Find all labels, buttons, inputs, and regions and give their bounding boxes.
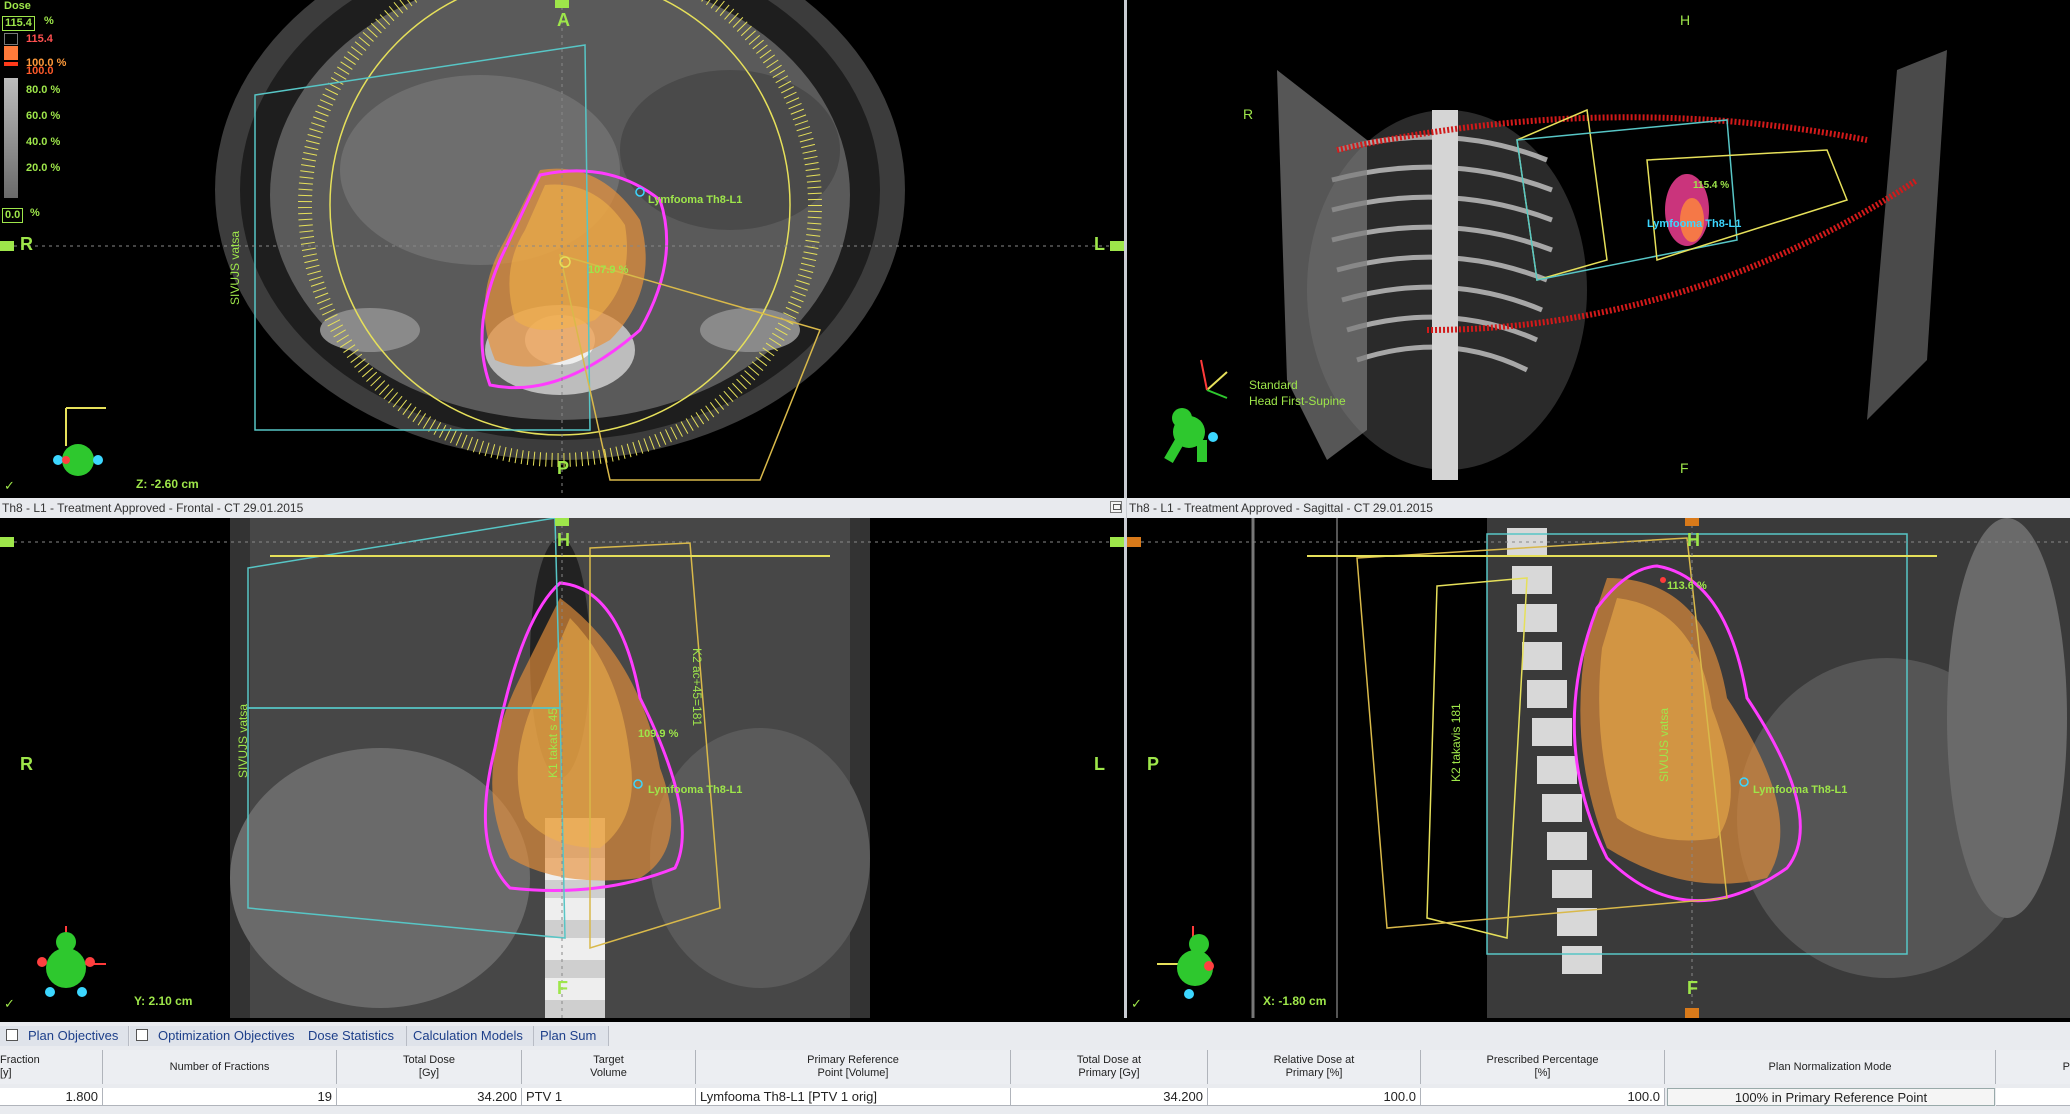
cell-primary-reference-point[interactable]: Lymfooma Th8-L1 [PTV 1 orig] [696,1088,1011,1106]
orient-left: L [1094,754,1105,774]
header-prescribed-percentage: Prescribed Percentage [%] [1421,1050,1665,1084]
orient-head: H [1687,530,1700,550]
structure-label[interactable]: Lymfooma Th8-L1 [1647,218,1741,230]
dose-max-input[interactable]: 115.4 [2,16,35,31]
dose-point-label: 115.4 % [1693,180,1730,191]
orient-anterior: A [557,10,570,30]
orient-feet: F [1687,978,1698,998]
header-number-of-fractions: Number of Fractions [103,1050,337,1084]
orientation-mode: Head First-Supine [1249,394,1346,408]
dose-min-unit: % [30,207,40,219]
dose-level-20: 20.0 % [26,162,61,174]
check-icon: ✓ [4,996,15,1011]
dose-level-80: 80.0 % [26,84,61,96]
header-total-dose-primary: Total Dose at Primary [Gy] [1011,1050,1208,1084]
plan-table: Fraction [y] Number of Fractions Total D… [0,1048,2070,1114]
dose-color-scale [4,78,18,198]
structure-label[interactable]: Lymfooma Th8-L1 [648,784,742,796]
field-k1-label[interactable]: K1 takat s 45 [546,708,560,778]
dose-max-unit: % [44,15,54,27]
orient-left: L [1094,234,1105,254]
cell-target-volume[interactable]: PTV 1 [522,1088,696,1106]
tab-label: Dose Statistics [308,1028,394,1043]
cell-total-dose-primary: 34.200 [1011,1088,1208,1106]
dose-legend-title: Dose [4,0,31,12]
sagittal-viewport[interactable]: H F P Lymfooma Th8-L1 113.6 % SIVUJS vat… [1127,518,2070,1018]
tab-plan-sum[interactable]: Plan Sum [534,1026,609,1046]
tab-label: Plan Sum [540,1028,597,1043]
header-relative-dose-primary: Relative Dose at Primary [%] [1208,1050,1421,1084]
sagittal-title: Th8 - L1 - Treatment Approved - Sagittal… [1129,501,1433,515]
field-label[interactable]: SIVUJS vatsa [236,704,250,778]
check-icon: ✓ [4,478,15,493]
header-plan-normalization-mode: Plan Normalization Mode [1665,1050,1996,1084]
orient-feet: F [1680,460,1689,476]
dose-min-input[interactable]: 0.0 [2,208,24,223]
orient-right: R [20,754,33,774]
dose-level-100b: 100.0 [26,65,54,77]
3d-skeleton-render [1164,50,1947,480]
checkbox-icon[interactable] [6,1029,18,1041]
header-total-dose: Total Dose [Gy] [337,1050,522,1084]
orientation-standard: Standard [1249,378,1298,392]
tab-label: Optimization Objectives [158,1028,295,1043]
dose-max-label: 115.4 [26,33,53,45]
field-label[interactable]: SIVUJS vatsa [1657,708,1671,782]
cell-fraction-dose[interactable]: 1.800 [0,1088,103,1106]
orient-feet: F [557,978,568,998]
dose-color-high [4,46,18,60]
orient-right: R [1243,106,1254,122]
orient-head: H [1680,12,1691,28]
header-primary-reference-point: Primary Reference Point [Volume] [696,1050,1011,1084]
field-label[interactable]: SIVUJS vatsa [228,231,242,305]
dose-level-60: 60.0 % [26,110,61,122]
dose-point-label: 107.9 % [588,264,629,276]
cell-relative-dose-primary: 100.0 [1208,1088,1421,1106]
plan-normalization-button[interactable]: 100% in Primary Reference Point [1667,1088,1995,1106]
z-readout: Z: -2.60 cm [136,477,199,491]
sagittal-ct-image [1127,518,2070,1018]
orient-head: H [557,530,570,550]
checkbox-icon[interactable] [136,1029,148,1041]
tab-optimization-objectives[interactable]: Optimization Objectives [130,1026,309,1046]
frontal-titlebar: Th8 - L1 - Treatment Approved - Frontal … [0,498,1126,518]
tab-label: Calculation Models [413,1028,523,1043]
maximize-icon[interactable] [1110,501,1122,513]
cell-prescribed-percentage[interactable]: 100.0 [1421,1088,1665,1106]
orient-right: R [20,234,33,254]
tab-label: Plan Objectives [28,1028,119,1043]
structure-label[interactable]: Lymfooma Th8-L1 [648,194,742,206]
orient-posterior: P [1147,754,1160,774]
tab-calculation-models[interactable]: Calculation Models [407,1026,534,1046]
transverse-ct-image [0,0,1124,497]
y-readout: Y: 2.10 cm [134,994,193,1008]
transverse-viewport[interactable]: Dose 115.4 % 115.4 100.0 % 100.0 80.0 % … [0,0,1124,497]
field-k2-label[interactable]: K2 ac+45=181 [690,648,704,726]
frontal-ct-image [0,518,1124,1018]
3d-viewport[interactable]: H F R Standard Head First-Supine Lymfoom… [1127,0,2070,497]
cell-total-dose[interactable]: 34.200 [337,1088,522,1106]
tab-plan-objectives[interactable]: Plan Objectives [0,1026,129,1046]
dose-legend: Dose 115.4 % 115.4 100.0 % 100.0 80.0 % … [0,0,70,230]
dose-point-label: 109.9 % [638,728,679,740]
sagittal-titlebar: Th8 - L1 - Treatment Approved - Sagittal… [1127,498,2070,518]
structure-label[interactable]: Lymfooma Th8-L1 [1753,784,1847,796]
x-readout: X: -1.80 cm [1263,994,1327,1008]
frontal-title: Th8 - L1 - Treatment Approved - Frontal … [2,501,304,515]
tab-dose-statistics[interactable]: Dose Statistics [302,1026,407,1046]
cell-partial [1996,1088,2070,1106]
plan-panel: Plan Objectives Optimization Objectives … [0,1022,2070,1114]
cell-number-of-fractions[interactable]: 19 [103,1088,337,1106]
header-fraction: Fraction [y] [0,1050,103,1084]
header-partial: P [1996,1050,2070,1084]
header-target-volume: Target Volume [522,1050,696,1084]
frontal-viewport[interactable]: H F R L Lymfooma Th8-L1 109.9 % SIVUJS v… [0,518,1124,1018]
dose-point-label: 113.6 % [1667,580,1707,592]
dose-spin-down-icon[interactable] [4,33,18,45]
field-k2-label[interactable]: K2 takavis 181 [1449,703,1463,782]
dose-color-mid [4,62,18,66]
orient-posterior: P [557,458,570,478]
dose-level-40: 40.0 % [26,136,61,148]
check-icon: ✓ [1131,996,1142,1011]
